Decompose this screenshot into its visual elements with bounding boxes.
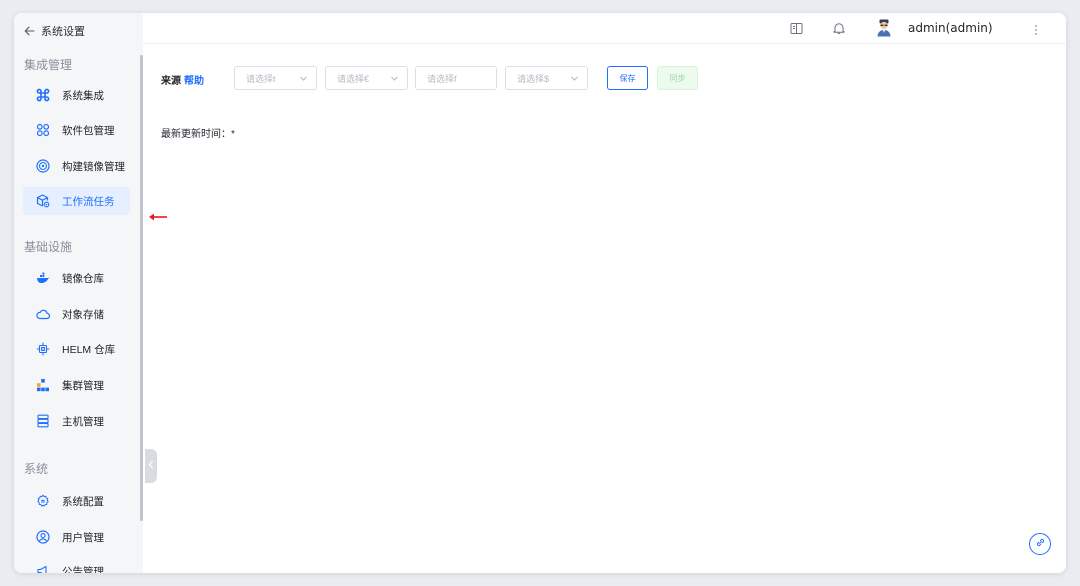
- sidebar-item-build-image-management[interactable]: 构建镜像管理: [23, 152, 130, 180]
- sidebar-item-workflow-tasks[interactable]: 工作流任务: [23, 187, 130, 215]
- more-vertical-icon[interactable]: [1034, 23, 1038, 41]
- save-button[interactable]: 保存: [607, 66, 648, 90]
- source-input-3[interactable]: 请选择f: [415, 66, 497, 90]
- last-update-row: 最新更新时间：*: [161, 125, 235, 140]
- book-icon[interactable]: [790, 22, 803, 40]
- sidebar-item-image-registry[interactable]: 镜像仓库: [23, 264, 130, 292]
- sidebar-item-label: 公告管理: [62, 565, 104, 574]
- sidebar-item-label: 对象存储: [62, 308, 104, 321]
- sidebar-item-label: 用户管理: [62, 531, 104, 544]
- sidebar: 系统设置 集成管理 系统集成 软件包管理 构建镜像管理 工作流任务 基础设施 镜…: [14, 13, 143, 573]
- select-placeholder: 请选择€: [337, 73, 370, 84]
- red-arrow-annotation-icon: [148, 209, 168, 227]
- user-name[interactable]: admin(admin): [908, 21, 993, 35]
- sidebar-item-label: 集群管理: [62, 379, 104, 392]
- source-label: 来源 帮助: [161, 72, 204, 87]
- source-select-2[interactable]: 请选择€: [325, 66, 408, 90]
- megaphone-icon: [36, 564, 50, 573]
- link-float-button[interactable]: [1029, 533, 1051, 555]
- sidebar-item-label: 系统配置: [62, 495, 104, 508]
- helm-wheel-icon: [36, 342, 50, 356]
- sidebar-item-host-management[interactable]: 主机管理: [23, 407, 130, 435]
- cluster-icon: [36, 378, 50, 392]
- sidebar-item-label: 镜像仓库: [62, 272, 104, 285]
- grid-dots-icon: [36, 123, 50, 137]
- sidebar-scrollbar[interactable]: [140, 55, 143, 521]
- back-label: 系统设置: [41, 26, 85, 38]
- sidebar-item-cluster-management[interactable]: 集群管理: [23, 371, 130, 399]
- cloud-icon: [36, 307, 50, 321]
- settings-gear-icon: [36, 494, 50, 508]
- sync-button: 同步: [657, 66, 698, 90]
- last-update-value: *: [231, 129, 235, 140]
- source-select-4[interactable]: 请选择$: [505, 66, 588, 90]
- arrow-left-icon: [24, 26, 35, 36]
- sidebar-item-user-management[interactable]: 用户管理: [23, 523, 130, 551]
- command-icon: [36, 88, 50, 102]
- link-icon: [1035, 535, 1046, 553]
- sidebar-item-package-management[interactable]: 软件包管理: [23, 116, 130, 144]
- sidebar-item-label: 构建镜像管理: [62, 160, 125, 173]
- sidebar-item-label: 系统集成: [62, 89, 104, 102]
- top-bar: admin(admin): [143, 13, 1066, 44]
- docker-whale-icon: [36, 271, 50, 285]
- select-placeholder: 请选择$: [517, 73, 550, 84]
- sidebar-item-label: 主机管理: [62, 415, 104, 428]
- help-link[interactable]: 帮助: [184, 76, 204, 87]
- bell-icon[interactable]: [833, 22, 845, 40]
- section-title-system: 系统: [24, 462, 49, 476]
- chevron-left-icon: [148, 460, 154, 472]
- section-title-integration: 集成管理: [24, 58, 73, 72]
- sidebar-item-announcement-management[interactable]: 公告管理: [23, 557, 130, 573]
- select-placeholder: 请选择t: [246, 73, 276, 84]
- sidebar-item-label: 工作流任务: [62, 195, 115, 208]
- sidebar-item-helm-repository[interactable]: HELM 仓库: [23, 335, 130, 363]
- sidebar-item-object-storage[interactable]: 对象存储: [23, 300, 130, 328]
- back-to-system-settings[interactable]: 系统设置: [24, 22, 85, 40]
- sidebar-item-label: HELM 仓库: [62, 343, 116, 356]
- sidebar-item-system-config[interactable]: 系统配置: [23, 487, 130, 515]
- sidebar-collapse-toggle[interactable]: [145, 449, 157, 483]
- section-title-infrastructure: 基础设施: [24, 240, 73, 254]
- source-select-1[interactable]: 请选择t: [234, 66, 317, 90]
- chevron-down-icon: [570, 74, 579, 85]
- sidebar-item-label: 软件包管理: [62, 124, 115, 137]
- box-gear-icon: [36, 194, 50, 208]
- source-text: 来源: [161, 76, 181, 87]
- app-window: 系统设置 集成管理 系统集成 软件包管理 构建镜像管理 工作流任务 基础设施 镜…: [14, 13, 1066, 573]
- chevron-down-icon: [390, 74, 399, 85]
- avatar[interactable]: [876, 19, 892, 37]
- chevron-down-icon: [299, 74, 308, 85]
- target-icon: [36, 159, 50, 173]
- select-placeholder: 请选择f: [427, 73, 457, 84]
- user-circle-icon: [36, 530, 50, 544]
- last-update-label: 最新更新时间：: [161, 129, 231, 140]
- sidebar-item-system-integration[interactable]: 系统集成: [23, 81, 130, 109]
- server-icon: [36, 414, 50, 428]
